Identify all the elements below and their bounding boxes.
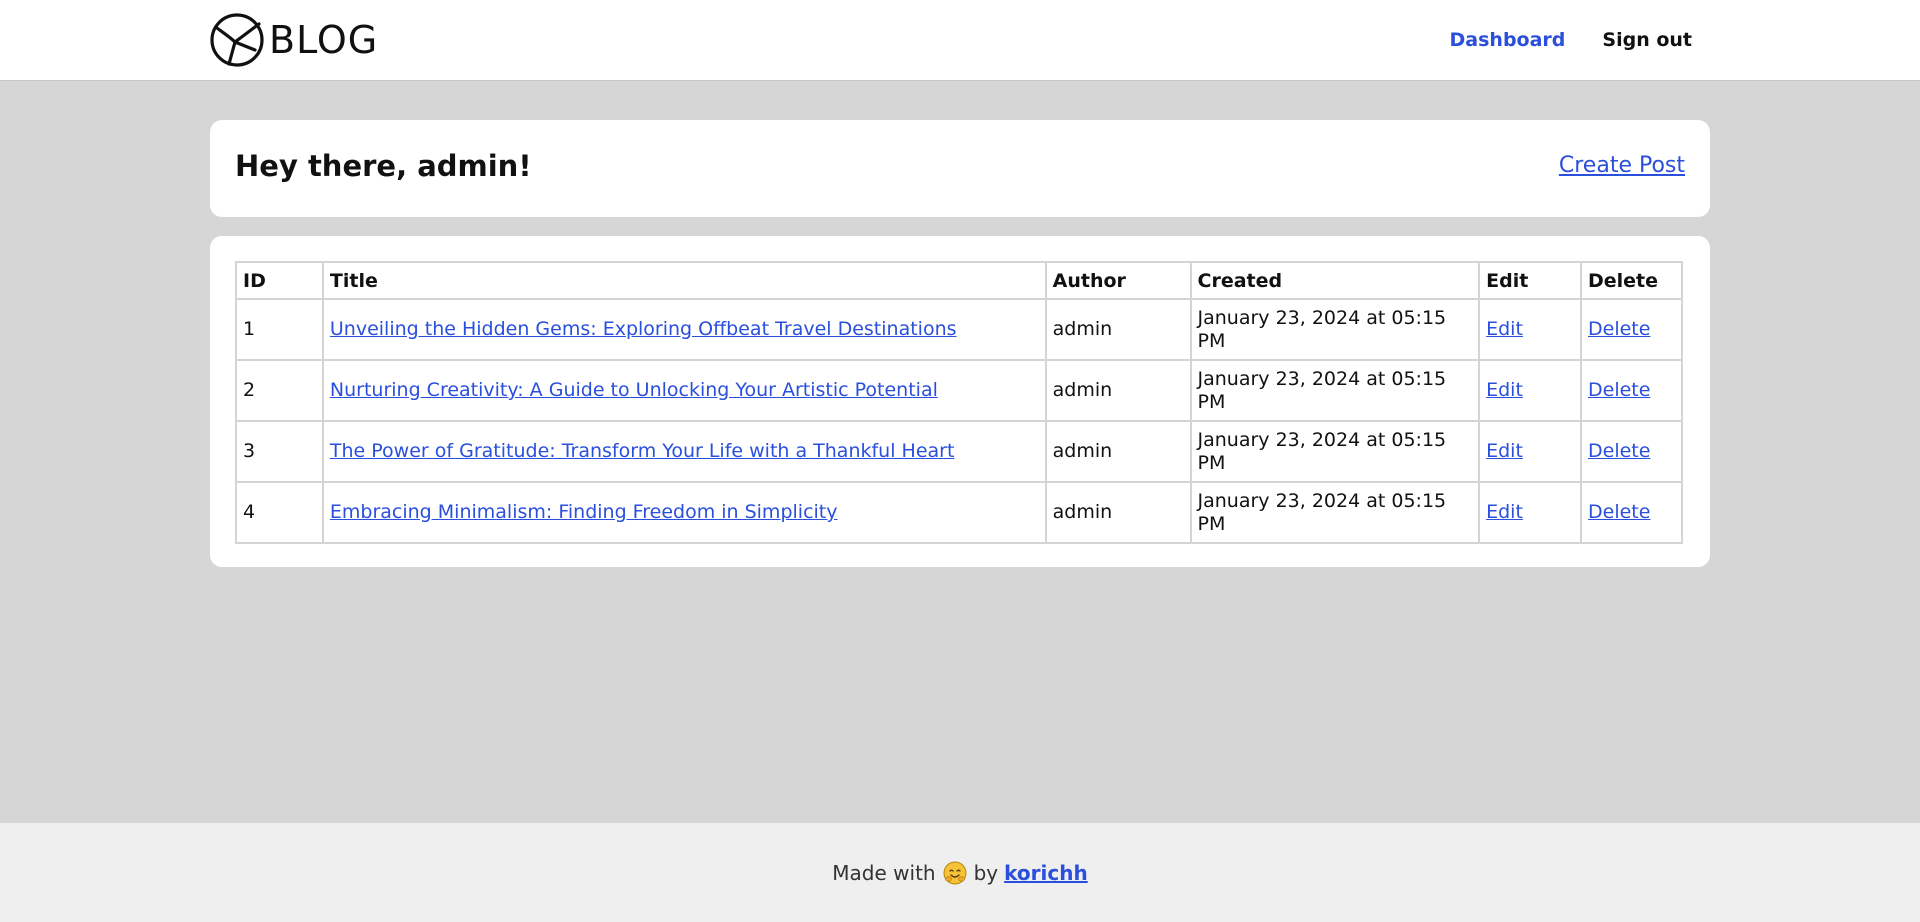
edit-cell: Edit [1478,420,1582,483]
column-header-id: ID [235,261,324,300]
edit-post-link[interactable]: Edit [1486,440,1523,462]
column-header-author: Author [1044,261,1192,300]
column-header-title: Title [321,261,1047,300]
delete-post-link[interactable]: Delete [1588,440,1650,462]
table-row: 1 Unveiling the Hidden Gems: Exploring O… [235,298,1683,361]
brand-logo-link[interactable]: BLOG [209,12,378,68]
edit-post-link[interactable]: Edit [1486,318,1523,340]
greeting-card: Hey there, admin! Create Post [210,120,1710,217]
post-title-cell: Unveiling the Hidden Gems: Exploring Off… [321,298,1047,361]
post-title-cell: Embracing Minimalism: Finding Freedom in… [321,481,1047,544]
edit-cell: Edit [1478,481,1582,544]
top-navbar: BLOG Dashboard Sign out [0,0,1920,81]
table-row: 2 Nurturing Creativity: A Guide to Unloc… [235,359,1683,422]
post-id: 1 [235,298,324,361]
post-created: January 23, 2024 at 05:15 PM [1189,481,1481,544]
column-header-edit: Edit [1478,261,1582,300]
post-created: January 23, 2024 at 05:15 PM [1189,359,1481,422]
edit-post-link[interactable]: Edit [1486,379,1523,401]
posts-table-card: ID Title Author Created Edit Delete 1 Un… [210,236,1710,567]
nav-dashboard-link[interactable]: Dashboard [1450,29,1566,51]
page-footer: Made with by korichh [0,823,1920,922]
post-created: January 23, 2024 at 05:15 PM [1189,298,1481,361]
table-row: 3 The Power of Gratitude: Transform Your… [235,420,1683,483]
post-title-link[interactable]: Unveiling the Hidden Gems: Exploring Off… [330,318,957,340]
post-id: 3 [235,420,324,483]
post-title-link[interactable]: The Power of Gratitude: Transform Your L… [330,440,955,462]
footer-by-text: by [973,860,999,885]
edit-cell: Edit [1478,298,1582,361]
plane-circle-logo-icon [209,12,265,68]
delete-post-link[interactable]: Delete [1588,501,1650,523]
table-header-row: ID Title Author Created Edit Delete [235,261,1683,300]
delete-cell: Delete [1580,481,1683,544]
edit-post-link[interactable]: Edit [1486,501,1523,523]
post-title-link[interactable]: Nurturing Creativity: A Guide to Unlocki… [330,379,938,401]
column-header-delete: Delete [1580,261,1683,300]
post-title-cell: Nurturing Creativity: A Guide to Unlocki… [321,359,1047,422]
post-author: admin [1044,298,1192,361]
post-id: 2 [235,359,324,422]
delete-cell: Delete [1580,420,1683,483]
post-created: January 23, 2024 at 05:15 PM [1189,420,1481,483]
greeting-title: Hey there, admin! [235,149,532,183]
create-post-link[interactable]: Create Post [1559,153,1685,178]
posts-table: ID Title Author Created Edit Delete 1 Un… [235,261,1683,544]
footer-made-with-text: Made with [832,860,936,885]
footer-author-link[interactable]: korichh [1004,861,1088,885]
delete-cell: Delete [1580,359,1683,422]
post-id: 4 [235,481,324,544]
post-author: admin [1044,481,1192,544]
nav-links: Dashboard Sign out [1450,0,1692,80]
nav-sign-out-link[interactable]: Sign out [1602,29,1692,51]
column-header-created: Created [1189,261,1481,300]
hugging-face-emoji-icon [943,861,967,885]
delete-post-link[interactable]: Delete [1588,379,1650,401]
post-title-link[interactable]: Embracing Minimalism: Finding Freedom in… [330,501,838,523]
post-author: admin [1044,359,1192,422]
delete-cell: Delete [1580,298,1683,361]
table-row: 4 Embracing Minimalism: Finding Freedom … [235,481,1683,544]
brand-name: BLOG [269,18,379,62]
edit-cell: Edit [1478,359,1582,422]
post-title-cell: The Power of Gratitude: Transform Your L… [321,420,1047,483]
delete-post-link[interactable]: Delete [1588,318,1650,340]
post-author: admin [1044,420,1192,483]
